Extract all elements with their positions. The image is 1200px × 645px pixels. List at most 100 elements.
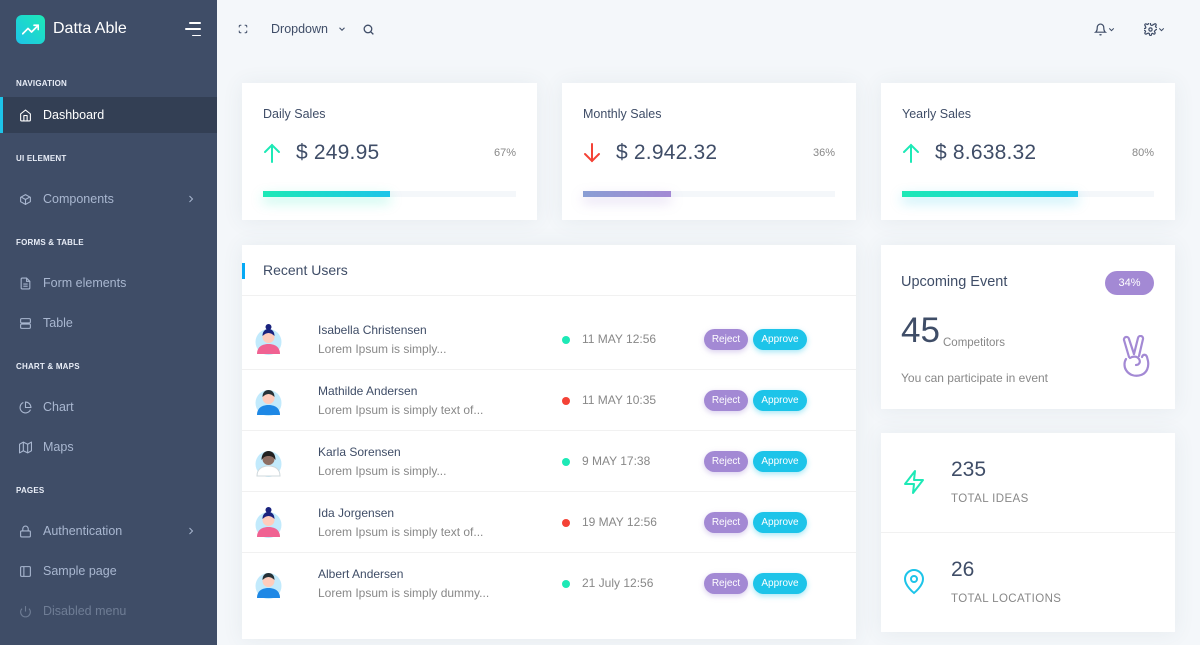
- approve-button[interactable]: Approve: [753, 451, 807, 472]
- sidebar-icon: [18, 564, 32, 578]
- nav-caption-ui-element: UI ELEMENT: [16, 154, 67, 163]
- approve-button[interactable]: Approve: [753, 390, 807, 411]
- event-badge: 34%: [1105, 271, 1154, 295]
- recent-users-header: Recent Users: [242, 245, 856, 296]
- sidebar-item-table[interactable]: Table: [0, 305, 217, 341]
- user-description: Lorem Ipsum is simply...: [318, 342, 447, 356]
- event-description: You can participate in event: [901, 371, 1048, 385]
- nav-caption-chart-maps: CHART & MAPS: [16, 362, 80, 371]
- sidebar-item-disabled-menu: Disabled menu: [0, 593, 217, 629]
- stat-progress-fill: [583, 191, 672, 197]
- reject-button[interactable]: Reject: [704, 573, 748, 594]
- arrow-down-icon: [584, 143, 600, 163]
- status-dot: [562, 336, 570, 344]
- recent-users-card: Recent Users Isabella Christensen Lorem …: [242, 245, 856, 639]
- reject-button[interactable]: Reject: [704, 329, 748, 350]
- reject-button[interactable]: Reject: [704, 512, 748, 533]
- sidebar-item-chart[interactable]: Chart: [0, 389, 217, 425]
- user-name: Albert Andersen: [318, 567, 404, 581]
- chevron-down-icon: [1108, 27, 1115, 31]
- sidebar-item-dashboard[interactable]: Dashboard: [0, 97, 217, 133]
- sidebar-item-form-elements[interactable]: Form elements: [0, 265, 217, 301]
- logo-icon: [16, 14, 45, 44]
- user-description: Lorem Ipsum is simply text of...: [318, 403, 484, 417]
- chevron-down-icon: [1158, 27, 1165, 31]
- reject-button[interactable]: Reject: [704, 451, 748, 472]
- sidebar-item-label: Dashboard: [43, 108, 105, 122]
- sidebar-item-label: Components: [43, 192, 114, 206]
- chevron-right-icon: [189, 527, 194, 535]
- user-name: Karla Sorensen: [318, 445, 401, 459]
- approve-button[interactable]: Approve: [753, 512, 807, 533]
- top-header: Dropdown: [217, 0, 1200, 58]
- sidebar-item-authentication[interactable]: Authentication: [0, 513, 217, 549]
- stat-value: $ 249.95: [296, 141, 380, 164]
- user-date: 11 MAY 12:56: [582, 332, 657, 346]
- stat-progress-track: [583, 191, 835, 197]
- table-row: Isabella Christensen Lorem Ipsum is simp…: [242, 309, 856, 370]
- table-row: Mathilde Andersen Lorem Ipsum is simply …: [242, 370, 856, 431]
- user-name: Mathilde Andersen: [318, 384, 418, 398]
- male-avatar-icon: [255, 573, 282, 599]
- power-icon: [18, 604, 32, 618]
- header-dropdown-label: Dropdown: [271, 22, 328, 36]
- header-dropdown[interactable]: Dropdown: [271, 22, 347, 36]
- user-date: 11 MAY 10:35: [582, 393, 657, 407]
- nav-caption-navigation: NAVIGATION: [16, 79, 68, 88]
- metric-label: TOTAL LOCATIONS: [951, 593, 1062, 605]
- metric-value: 235: [951, 458, 987, 481]
- metric-total-ideas: 235 TOTAL IDEAS: [881, 433, 1175, 532]
- bell-icon: [1094, 23, 1107, 35]
- sidebar-item-sample-page[interactable]: Sample page: [0, 553, 217, 589]
- menu-toggle-button[interactable]: [183, 22, 201, 36]
- event-count-label: Competitors: [943, 337, 1005, 349]
- status-dot: [562, 397, 570, 405]
- recent-users-title: Recent Users: [263, 262, 348, 278]
- event-count: 45: [901, 311, 940, 350]
- box-icon: [18, 192, 32, 206]
- brand-name: Datta Able: [53, 20, 127, 37]
- female-avatar-icon: [255, 507, 282, 538]
- status-dot: [562, 519, 570, 527]
- search-icon[interactable]: [362, 23, 375, 36]
- nav-caption-forms-table: FORMS & TABLE: [16, 238, 84, 247]
- user-date: 9 MAY 17:38: [582, 454, 651, 468]
- stat-value: $ 8.638.32: [935, 141, 1037, 164]
- fullscreen-icon[interactable]: [238, 24, 248, 34]
- metric-total-locations: 26 TOTAL LOCATIONS: [881, 532, 1175, 631]
- lock-icon: [18, 524, 32, 538]
- settings-button[interactable]: [1144, 22, 1166, 36]
- notification-button[interactable]: [1094, 23, 1116, 36]
- female-avatar-icon: [255, 324, 282, 355]
- nav-caption-pages: PAGES: [16, 486, 45, 495]
- user-date: 19 MAY 12:56: [582, 515, 657, 529]
- chevron-down-icon: [339, 27, 345, 32]
- user-description: Lorem Ipsum is simply dummy...: [318, 586, 490, 600]
- arrow-up-icon: [264, 143, 280, 163]
- arrow-up-icon: [903, 143, 919, 163]
- sidebar-item-label: Sample page: [43, 564, 117, 578]
- file-text-icon: [18, 276, 32, 290]
- server-icon: [18, 316, 32, 330]
- header-actions: [1094, 22, 1166, 36]
- sidebar-item-label: Chart: [43, 400, 74, 414]
- event-title: Upcoming Event: [901, 274, 1008, 290]
- pie-chart-icon: [18, 400, 32, 414]
- monthly-sales-card: Monthly Sales $ 2.942.32 36%: [562, 83, 856, 220]
- sidebar-item-components[interactable]: Components: [0, 181, 217, 217]
- sidebar-item-label: Authentication: [43, 524, 123, 538]
- reject-button[interactable]: Reject: [704, 390, 748, 411]
- stat-percent: 36%: [812, 147, 835, 159]
- user-description: Lorem Ipsum is simply...: [318, 464, 447, 478]
- status-dot: [562, 580, 570, 588]
- stat-title: Daily Sales: [263, 107, 326, 121]
- peace-hand-icon: [1122, 335, 1150, 377]
- user-name: Ida Jorgensen: [318, 506, 395, 520]
- sidebar-item-maps[interactable]: Maps: [0, 429, 217, 465]
- zap-icon: [904, 470, 924, 494]
- approve-button[interactable]: Approve: [753, 329, 807, 350]
- table-row: Ida Jorgensen Lorem Ipsum is simply text…: [242, 492, 856, 553]
- stat-title: Monthly Sales: [583, 107, 662, 121]
- approve-button[interactable]: Approve: [753, 573, 807, 594]
- metric-value: 26: [951, 558, 975, 581]
